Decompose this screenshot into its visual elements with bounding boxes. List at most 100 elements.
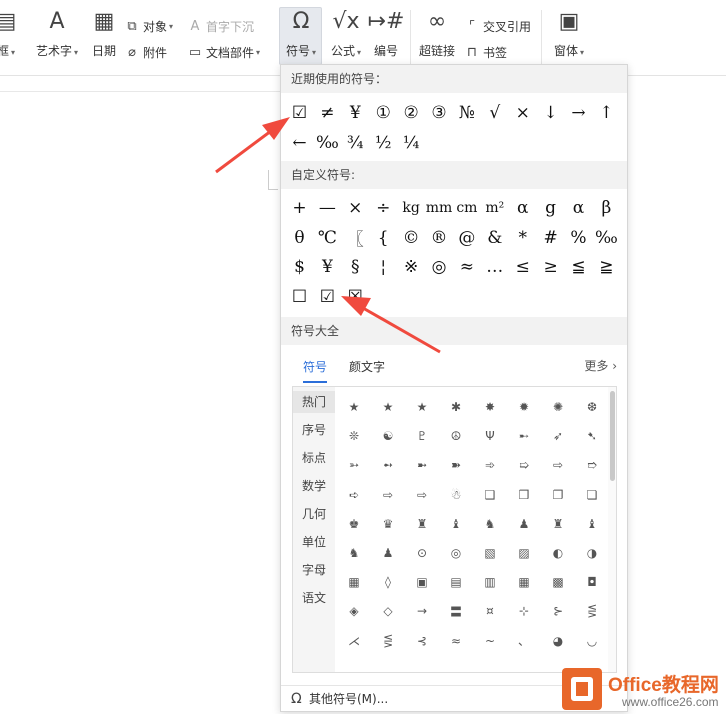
- numbering-button[interactable]: ↦# 编号: [368, 6, 405, 66]
- custom-symbol-cell[interactable]: *: [509, 225, 536, 251]
- custom-symbol-cell[interactable]: {: [370, 225, 397, 251]
- library-symbol-cell[interactable]: ⊙: [405, 539, 439, 567]
- library-symbol-cell[interactable]: ⇨: [405, 481, 439, 509]
- library-symbol-cell[interactable]: ♇: [405, 422, 439, 450]
- custom-symbol-cell[interactable]: ©: [398, 225, 425, 251]
- library-symbol-cell[interactable]: ✺: [541, 393, 575, 421]
- custom-symbol-cell[interactable]: kg: [398, 195, 425, 221]
- custom-symbol-cell[interactable]: ≤: [509, 254, 536, 280]
- recent-symbol-cell[interactable]: ¾: [342, 130, 369, 156]
- custom-symbol-cell[interactable]: α: [509, 195, 536, 221]
- library-symbol-cell[interactable]: ▩: [541, 568, 575, 596]
- recent-symbol-cell[interactable]: √: [481, 100, 508, 126]
- custom-symbol-cell[interactable]: §: [342, 254, 369, 280]
- library-symbol-cell[interactable]: ➾: [473, 451, 507, 479]
- library-symbol-cell[interactable]: ♝: [575, 510, 609, 538]
- custom-symbol-cell[interactable]: ≈: [453, 254, 480, 280]
- library-symbol-cell[interactable]: ➷: [575, 422, 609, 450]
- custom-symbol-cell[interactable]: ‰: [593, 225, 620, 251]
- recent-symbol-cell[interactable]: ①: [370, 100, 397, 126]
- library-symbol-cell[interactable]: ◎: [439, 539, 473, 567]
- library-symbol-cell[interactable]: ⇨: [371, 481, 405, 509]
- recent-symbol-cell[interactable]: ②: [398, 100, 425, 126]
- library-symbol-cell[interactable]: ⋚: [575, 597, 609, 625]
- library-symbol-cell[interactable]: ➯: [507, 451, 541, 479]
- recent-symbol-cell[interactable]: →: [565, 100, 592, 126]
- library-symbol-cell[interactable]: ♞: [473, 510, 507, 538]
- tab-symbols[interactable]: 符号: [303, 357, 328, 383]
- drop-cap-button[interactable]: A 首字下沉: [187, 16, 254, 36]
- custom-symbol-cell[interactable]: ☐: [286, 284, 313, 310]
- custom-symbol-cell[interactable]: $: [286, 254, 313, 280]
- custom-symbol-cell[interactable]: ¥: [314, 254, 341, 280]
- recent-symbol-cell[interactable]: ↑: [593, 100, 620, 126]
- category-item[interactable]: 几何: [293, 503, 335, 525]
- library-symbol-cell[interactable]: ⊰: [405, 627, 439, 655]
- window-form-button[interactable]: ▣ 窗体 ▾: [550, 6, 588, 66]
- library-symbol-cell[interactable]: ⋚: [371, 627, 405, 655]
- library-symbol-cell[interactable]: ◇: [371, 597, 405, 625]
- custom-symbol-cell[interactable]: %: [565, 225, 592, 251]
- library-scrollbar[interactable]: [608, 387, 616, 672]
- library-symbol-cell[interactable]: ❐: [541, 481, 575, 509]
- library-symbol-cell[interactable]: ♛: [371, 510, 405, 538]
- custom-symbol-cell[interactable]: ℃: [314, 225, 341, 251]
- library-symbol-cell[interactable]: ♜: [541, 510, 575, 538]
- library-symbol-cell[interactable]: ➼: [405, 451, 439, 479]
- library-symbol-cell[interactable]: 〓: [439, 597, 473, 625]
- library-symbol-cell[interactable]: ⇨: [541, 451, 575, 479]
- recent-symbol-cell[interactable]: ‰: [314, 130, 341, 156]
- recent-symbol-cell[interactable]: ☑: [286, 100, 313, 126]
- library-symbol-cell[interactable]: ◡: [575, 627, 609, 655]
- custom-symbol-cell[interactable]: ×: [342, 195, 369, 221]
- cross-reference-button[interactable]: ⌜ 交叉引用: [464, 16, 531, 36]
- library-symbol-cell[interactable]: ◑: [575, 539, 609, 567]
- library-symbol-cell[interactable]: ❑: [473, 481, 507, 509]
- custom-symbol-cell[interactable]: mm: [426, 195, 453, 221]
- custom-symbol-cell[interactable]: &: [481, 225, 508, 251]
- library-symbol-cell[interactable]: ★: [337, 393, 371, 421]
- library-symbol-cell[interactable]: ◕: [541, 627, 575, 655]
- library-symbol-cell[interactable]: ≈: [439, 627, 473, 655]
- library-symbol-cell[interactable]: ◐: [541, 539, 575, 567]
- library-symbol-cell[interactable]: ➪: [337, 481, 371, 509]
- library-symbol-cell[interactable]: ☃: [439, 481, 473, 509]
- custom-symbol-cell[interactable]: ※: [398, 254, 425, 280]
- library-symbol-cell[interactable]: ❒: [507, 481, 541, 509]
- library-symbol-cell[interactable]: ➱: [575, 451, 609, 479]
- library-symbol-cell[interactable]: ★: [371, 393, 405, 421]
- doc-parts-button[interactable]: ▭ 文档部件 ▾: [187, 42, 260, 62]
- custom-symbol-cell[interactable]: ¦: [370, 254, 397, 280]
- bookmark-button[interactable]: ⊓ 书签: [464, 42, 507, 62]
- library-symbol-cell[interactable]: ♝: [439, 510, 473, 538]
- formula-button[interactable]: √x 公式 ▾: [328, 6, 364, 66]
- library-symbol-cell[interactable]: ▨: [507, 539, 541, 567]
- library-symbol-cell[interactable]: ♟: [507, 510, 541, 538]
- custom-symbol-cell[interactable]: ◎: [426, 254, 453, 280]
- textbox-button[interactable]: ▤ 框 ▾: [0, 6, 26, 66]
- library-symbol-cell[interactable]: ◈: [337, 597, 371, 625]
- custom-symbol-cell[interactable]: ☒: [342, 284, 369, 310]
- custom-symbol-cell[interactable]: …: [481, 254, 508, 280]
- recent-symbol-cell[interactable]: ½: [370, 130, 397, 156]
- library-symbol-cell[interactable]: ✸: [473, 393, 507, 421]
- library-symbol-cell[interactable]: ✹: [507, 393, 541, 421]
- library-symbol-cell[interactable]: ▧: [473, 539, 507, 567]
- custom-symbol-cell[interactable]: α: [565, 195, 592, 221]
- recent-symbol-cell[interactable]: ¼: [398, 130, 425, 156]
- object-button[interactable]: ⧉ 对象 ▾: [124, 16, 173, 36]
- more-link[interactable]: 更多 ›: [584, 357, 617, 374]
- library-symbol-cell[interactable]: ♟: [371, 539, 405, 567]
- library-symbol-cell[interactable]: ➶: [541, 422, 575, 450]
- library-symbol-cell[interactable]: ★: [405, 393, 439, 421]
- library-symbol-cell[interactable]: ♚: [337, 510, 371, 538]
- date-button[interactable]: ▦ 日期: [89, 6, 119, 66]
- custom-symbol-cell[interactable]: θ: [286, 225, 313, 251]
- custom-symbol-cell[interactable]: —: [314, 195, 341, 221]
- attachment-button[interactable]: ⌀ 附件: [124, 42, 167, 62]
- recent-symbol-cell[interactable]: ≠: [314, 100, 341, 126]
- category-item[interactable]: 热门: [293, 391, 335, 413]
- library-symbol-cell[interactable]: ▦: [337, 568, 371, 596]
- library-symbol-cell[interactable]: ♞: [337, 539, 371, 567]
- custom-symbol-cell[interactable]: #: [537, 225, 564, 251]
